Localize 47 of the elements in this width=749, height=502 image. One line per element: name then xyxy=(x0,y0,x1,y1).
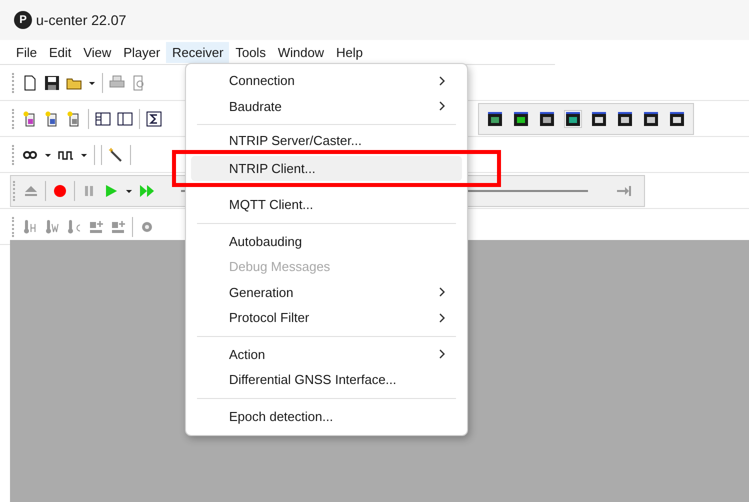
view-window-icon[interactable] xyxy=(591,110,607,126)
view-window-icon[interactable] xyxy=(513,110,529,126)
window-title: u-center 22.07 xyxy=(36,12,126,28)
menu-bar-item[interactable]: Receiver xyxy=(166,42,230,62)
panel-icon[interactable] xyxy=(95,110,111,126)
menu-bar-item[interactable]: File xyxy=(10,42,43,62)
view-window-icon[interactable] xyxy=(617,110,633,126)
menu-bar-item[interactable]: Player xyxy=(117,42,166,62)
view-window-icon[interactable] xyxy=(669,110,685,126)
view-window-icon[interactable] xyxy=(487,110,503,126)
view-window-icon[interactable] xyxy=(643,110,659,126)
chevron-right-icon xyxy=(438,312,446,324)
menu-item[interactable]: NTRIP Server/Caster... xyxy=(191,130,462,156)
thermometer-icon[interactable] xyxy=(22,218,38,234)
app-logo: P xyxy=(14,11,32,29)
thermometer-icon[interactable] xyxy=(66,218,82,234)
chevron-right-icon xyxy=(438,348,446,360)
menu-item[interactable]: MQTT Client... xyxy=(191,192,462,218)
chip-plus-icon[interactable] xyxy=(110,218,126,234)
menu-item[interactable]: NTRIP Client... xyxy=(191,156,462,181)
menu-bar-item[interactable]: Edit xyxy=(42,42,78,62)
chip-plus-icon[interactable] xyxy=(88,218,104,234)
menu-bar-item[interactable]: Window xyxy=(272,42,330,62)
view-window-icon[interactable] xyxy=(539,110,555,126)
menu-item[interactable]: Protocol Filter xyxy=(191,305,462,330)
menu-item[interactable]: Differential GNSS Interface... xyxy=(191,367,462,392)
new-document-icon[interactable] xyxy=(22,74,38,90)
chevron-right-icon xyxy=(438,286,446,298)
menu-bar-item[interactable]: Tools xyxy=(229,42,272,62)
view-window-icon[interactable] xyxy=(565,110,581,126)
chevron-right-icon xyxy=(438,100,446,112)
thermometer-icon[interactable] xyxy=(44,218,60,234)
printer-icon[interactable] xyxy=(109,74,125,90)
magic-wand-icon[interactable] xyxy=(108,146,124,162)
menu-item[interactable]: Generation xyxy=(191,280,462,305)
menu-bar-item[interactable]: Help xyxy=(330,42,369,62)
sigma-icon[interactable] xyxy=(146,110,162,126)
panel-icon[interactable] xyxy=(117,110,133,126)
chevron-right-icon xyxy=(438,74,446,87)
menu-item[interactable]: Connection xyxy=(191,68,462,94)
menu-bar-item[interactable]: View xyxy=(77,42,118,62)
save-icon[interactable] xyxy=(44,74,60,90)
menu-item[interactable]: Baudrate xyxy=(191,94,462,119)
record-icon[interactable] xyxy=(52,182,68,198)
menu-item[interactable]: Autobauding xyxy=(191,228,462,254)
menu-item[interactable]: Epoch detection... xyxy=(191,404,462,429)
menu-item[interactable]: Action xyxy=(191,342,462,367)
